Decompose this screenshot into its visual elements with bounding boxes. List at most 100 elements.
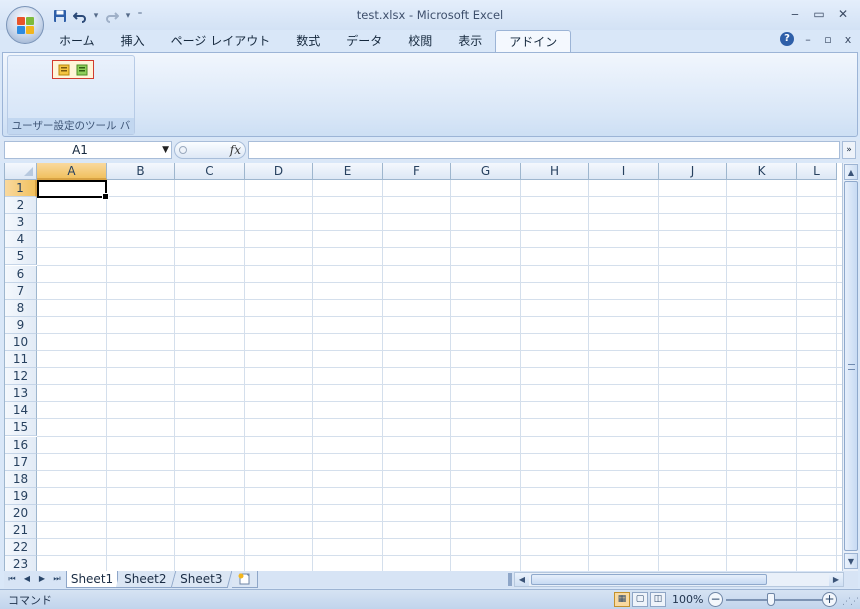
- scroll-up-icon[interactable]: ▲: [844, 164, 858, 180]
- scroll-right-icon[interactable]: ▶: [829, 573, 843, 586]
- column-header-g[interactable]: G: [451, 163, 521, 180]
- previous-sheet-icon[interactable]: ◀: [21, 572, 33, 586]
- row-header-22[interactable]: 22: [5, 539, 37, 557]
- office-button[interactable]: [6, 6, 44, 44]
- custom-tool-1-icon[interactable]: [58, 64, 70, 76]
- tab-view[interactable]: 表示: [445, 30, 495, 52]
- workbook-minimize-button[interactable]: –: [802, 33, 814, 46]
- column-header-h[interactable]: H: [521, 163, 589, 180]
- column-header-l[interactable]: L: [797, 163, 837, 180]
- row-header-13[interactable]: 13: [5, 385, 37, 403]
- vertical-scroll-thumb[interactable]: [844, 181, 858, 551]
- resize-grip-icon[interactable]: ⋰⋰: [842, 597, 859, 607]
- row-header-4[interactable]: 4: [5, 231, 37, 249]
- first-sheet-icon[interactable]: ⏮: [6, 572, 18, 586]
- row-header-10[interactable]: 10: [5, 333, 37, 351]
- sheet-navigation: ⏮ ◀ ▶ ⏭: [6, 572, 63, 586]
- column-header-j[interactable]: J: [659, 163, 727, 180]
- row-header-23[interactable]: 23: [5, 556, 37, 571]
- row-header-2[interactable]: 2: [5, 197, 37, 215]
- column-header-d[interactable]: D: [245, 163, 313, 180]
- tab-page-layout[interactable]: ページ レイアウト: [158, 30, 284, 52]
- tab-addins[interactable]: アドイン: [495, 30, 572, 52]
- status-bar: コマンド ▦ ▢ ◫ 100% − + ⋰⋰: [0, 589, 860, 609]
- name-box[interactable]: A1 ▼: [4, 141, 172, 159]
- expand-formula-bar-icon[interactable]: »: [842, 141, 856, 159]
- tab-review[interactable]: 校閲: [395, 30, 445, 52]
- normal-view-icon[interactable]: ▦: [614, 592, 630, 607]
- zoom-slider-thumb[interactable]: [767, 593, 775, 606]
- column-gridline: [726, 180, 727, 571]
- name-box-value: A1: [72, 143, 88, 157]
- ribbon-panel: ユーザー設定のツール バー: [2, 52, 858, 148]
- row-gridline: [37, 435, 842, 437]
- row-header-8[interactable]: 8: [5, 299, 37, 317]
- tab-data[interactable]: データ: [333, 30, 395, 52]
- sheet-tab-sheet2[interactable]: Sheet2: [115, 571, 177, 588]
- sheet-tab-label: Sheet3: [180, 572, 223, 586]
- column-header-b[interactable]: B: [107, 163, 175, 180]
- column-gridline: [658, 180, 659, 571]
- tab-formulas[interactable]: 数式: [283, 30, 333, 52]
- row-header-21[interactable]: 21: [5, 522, 37, 539]
- insert-function-icon[interactable]: fx: [230, 142, 241, 158]
- row-gridline: [37, 247, 842, 249]
- chevron-down-icon[interactable]: ▼: [162, 142, 169, 158]
- maximize-button[interactable]: ▭: [810, 6, 828, 22]
- horizontal-scrollbar[interactable]: ◀ ▶: [514, 572, 844, 587]
- close-button[interactable]: ✕: [834, 6, 852, 22]
- row-header-7[interactable]: 7: [5, 282, 37, 300]
- tab-insert[interactable]: 挿入: [108, 30, 158, 52]
- zoom-level[interactable]: 100%: [672, 593, 703, 606]
- row-header-15[interactable]: 15: [5, 419, 37, 437]
- row-header-16[interactable]: 16: [5, 436, 37, 454]
- sheet-tab-sheet3[interactable]: Sheet3: [171, 571, 233, 588]
- row-header-11[interactable]: 11: [5, 351, 37, 368]
- tab-split-handle[interactable]: [508, 573, 512, 586]
- column-header-e[interactable]: E: [313, 163, 383, 180]
- zoom-out-icon[interactable]: −: [708, 592, 723, 607]
- column-header-a[interactable]: A: [37, 163, 107, 180]
- column-header-c[interactable]: C: [175, 163, 245, 180]
- row-gridline: [37, 213, 842, 215]
- formula-input[interactable]: [248, 141, 840, 159]
- scroll-down-icon[interactable]: ▼: [844, 553, 858, 569]
- column-gridline: [244, 180, 245, 571]
- row-header-20[interactable]: 20: [5, 504, 37, 522]
- scroll-left-icon[interactable]: ◀: [515, 573, 529, 586]
- row-header-17[interactable]: 17: [5, 453, 37, 471]
- help-icon[interactable]: ?: [780, 32, 794, 46]
- page-break-view-icon[interactable]: ◫: [650, 592, 666, 607]
- next-sheet-icon[interactable]: ▶: [36, 572, 48, 586]
- minimize-button[interactable]: ‒: [786, 6, 804, 22]
- workbook-close-button[interactable]: x: [842, 33, 854, 46]
- page-layout-view-icon[interactable]: ▢: [632, 592, 648, 607]
- column-header-i[interactable]: I: [589, 163, 659, 180]
- worksheet-grid[interactable]: ABCDEFGHIJKL 1 2 3 4 5 6 7 8 9 10 11 12 13 14 15 16 17 18…: [4, 163, 842, 571]
- custom-tool-2-icon[interactable]: [76, 64, 88, 76]
- tab-home[interactable]: ホーム: [46, 30, 108, 52]
- active-cell[interactable]: [37, 180, 109, 200]
- zoom-in-icon[interactable]: +: [822, 592, 837, 607]
- row-header-18[interactable]: 18: [5, 470, 37, 488]
- vertical-scrollbar[interactable]: ▲ ▼: [842, 163, 858, 571]
- sheet-tab-sheet1[interactable]: Sheet1: [66, 571, 118, 588]
- column-header-f[interactable]: F: [383, 163, 451, 180]
- row-header-19[interactable]: 19: [5, 487, 37, 505]
- row-header-9[interactable]: 9: [5, 316, 37, 334]
- row-gridline: [37, 555, 842, 557]
- row-header-1[interactable]: 1: [5, 180, 37, 197]
- group-label: ユーザー設定のツール バー: [8, 118, 134, 148]
- row-header-5[interactable]: 5: [5, 248, 37, 266]
- row-header-12[interactable]: 12: [5, 368, 37, 386]
- last-sheet-icon[interactable]: ⏭: [51, 572, 63, 586]
- workbook-restore-button[interactable]: ▫: [822, 33, 834, 46]
- formula-splitter-icon[interactable]: [179, 146, 187, 154]
- row-header-14[interactable]: 14: [5, 402, 37, 420]
- row-header-3[interactable]: 3: [5, 214, 37, 232]
- column-header-k[interactable]: K: [727, 163, 797, 180]
- row-header-6[interactable]: 6: [5, 265, 37, 283]
- horizontal-scroll-thumb[interactable]: [531, 574, 767, 585]
- select-all-button[interactable]: [5, 163, 37, 180]
- insert-sheet-icon[interactable]: [232, 571, 258, 588]
